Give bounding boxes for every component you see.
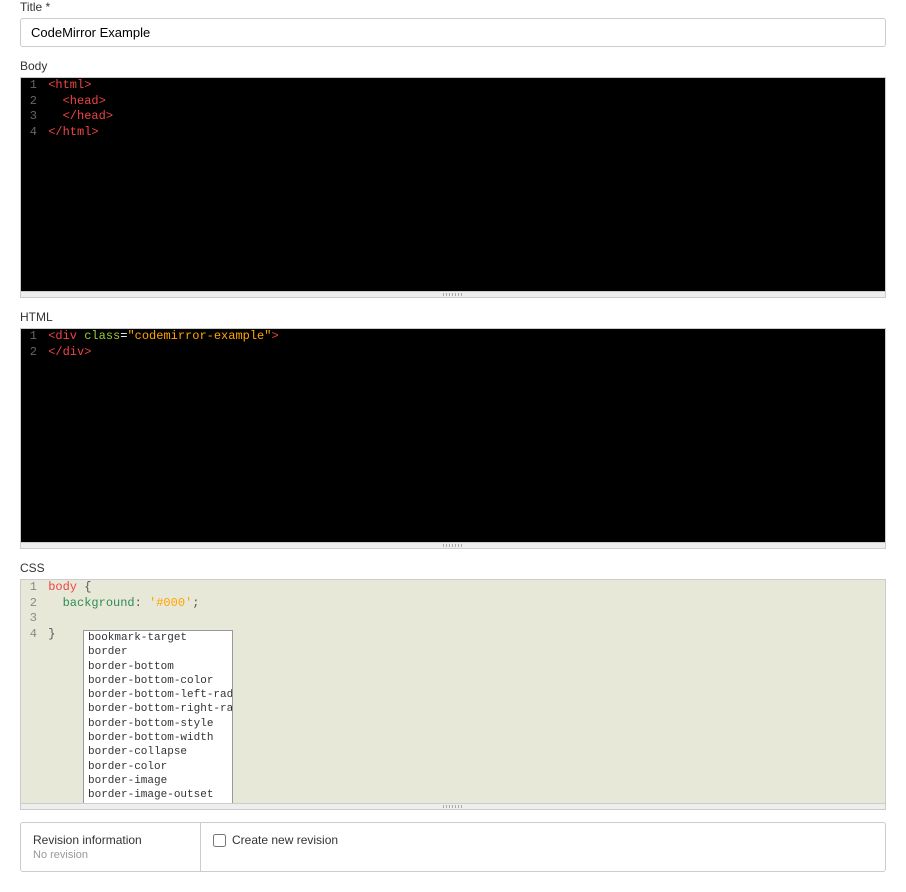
title-input[interactable] — [20, 18, 886, 47]
autocomplete-item[interactable]: border-bottom-width — [84, 731, 232, 745]
revision-panel: Revision information No revision Create … — [20, 822, 886, 872]
revision-subtitle: No revision — [33, 849, 188, 861]
css-editor[interactable]: 1 body {2 background: '#000';3 4 }bookma… — [20, 579, 886, 804]
autocomplete-item[interactable]: border-image — [84, 774, 232, 788]
code-line: 2 <head> — [21, 94, 885, 110]
html-editor[interactable]: 1 <div class="codemirror-example">2 </di… — [20, 328, 886, 543]
code-line: 3 — [21, 611, 885, 627]
code-line: 3 </head> — [21, 109, 885, 125]
autocomplete-item[interactable]: border-bottom-color — [84, 674, 232, 688]
autocomplete-item[interactable]: border-image-outset — [84, 788, 232, 802]
create-revision-label: Create new revision — [232, 833, 338, 847]
css-autocomplete-popup[interactable]: bookmark-targetborderborder-bottomborder… — [83, 630, 233, 804]
code-line: 1 <div class="codemirror-example"> — [21, 329, 885, 345]
autocomplete-item[interactable]: border-color — [84, 760, 232, 774]
autocomplete-item[interactable]: border-bottom-left-radius — [84, 688, 232, 702]
html-resize-handle[interactable] — [20, 543, 886, 549]
autocomplete-item[interactable]: border — [84, 645, 232, 659]
code-line: 2 background: '#000'; — [21, 596, 885, 612]
create-revision-checkbox[interactable] — [213, 834, 226, 847]
html-label: HTML — [20, 310, 886, 324]
css-label: CSS — [20, 561, 886, 575]
revision-tab[interactable]: Revision information No revision — [21, 823, 201, 871]
body-resize-handle[interactable] — [20, 292, 886, 298]
revision-title: Revision information — [33, 833, 188, 847]
autocomplete-item[interactable]: border-collapse — [84, 745, 232, 759]
create-revision-row[interactable]: Create new revision — [213, 833, 873, 847]
code-line: 1 body { — [21, 580, 885, 596]
code-line: 4 </html> — [21, 125, 885, 141]
css-resize-handle[interactable] — [20, 804, 886, 810]
title-label: Title * — [20, 0, 886, 14]
body-editor[interactable]: 1 <html>2 <head>3 </head>4 </html> — [20, 77, 886, 292]
autocomplete-item[interactable]: border-bottom-style — [84, 717, 232, 731]
code-line: 1 <html> — [21, 78, 885, 94]
body-label: Body — [20, 59, 886, 73]
autocomplete-item[interactable]: border-bottom — [84, 660, 232, 674]
code-line: 2 </div> — [21, 345, 885, 361]
autocomplete-item[interactable]: border-bottom-right-radius — [84, 702, 232, 716]
autocomplete-item[interactable]: bookmark-target — [84, 631, 232, 645]
